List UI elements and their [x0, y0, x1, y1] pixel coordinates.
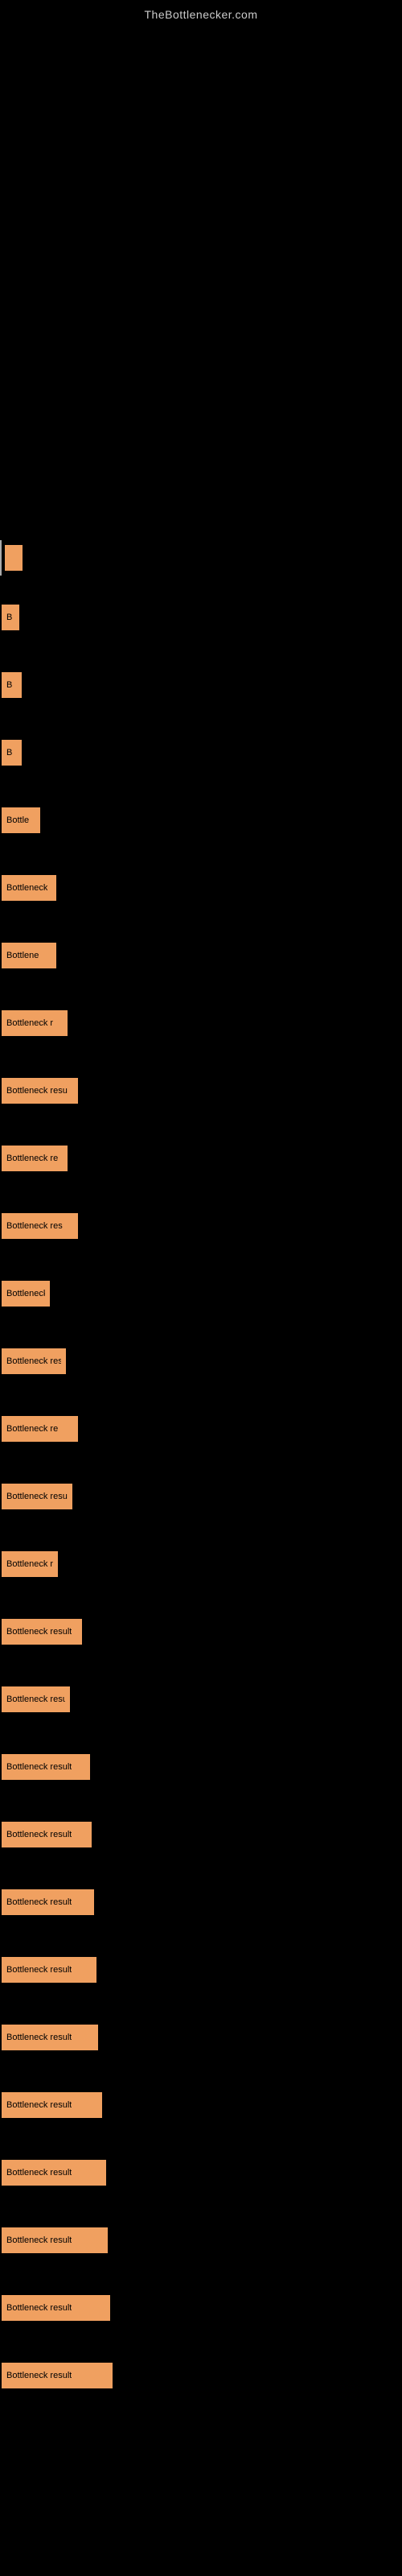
- result-bar-label-5: Bottle: [6, 815, 29, 825]
- result-bar-9: Bottleneck resu: [2, 1078, 78, 1104]
- result-bar-6: Bottleneck: [2, 875, 56, 901]
- result-bar-17: Bottleneck result: [2, 1619, 82, 1645]
- result-bar-20: Bottleneck result: [2, 1822, 92, 1847]
- result-bar-16: Bottleneck result: [2, 1551, 58, 1577]
- result-item-1: [0, 540, 402, 576]
- result-item-27: Bottleneck result: [0, 2290, 402, 2326]
- result-bar-26: Bottleneck result: [2, 2227, 108, 2253]
- result-bar-2: B: [2, 605, 19, 630]
- result-bar-label-13: Bottleneck resul: [6, 1356, 61, 1366]
- result-item-22: Bottleneck result: [0, 1952, 402, 1988]
- site-title: TheBottlenecker.com: [0, 0, 402, 25]
- result-bar-label-7: Bottlene: [6, 951, 39, 960]
- result-bar-25: Bottleneck result: [2, 2160, 106, 2186]
- result-bar-label-16: Bottleneck result: [6, 1559, 53, 1569]
- result-item-23: Bottleneck result: [0, 2020, 402, 2055]
- result-bar-10: Bottleneck re: [2, 1146, 68, 1171]
- result-bar-label-26: Bottleneck result: [6, 2235, 72, 2245]
- result-item-13: Bottleneck resul: [0, 1344, 402, 1379]
- result-bar-label-20: Bottleneck result: [6, 1830, 72, 1839]
- result-bar-21: Bottleneck result: [2, 1889, 94, 1915]
- result-bar-28: Bottleneck result: [2, 2363, 113, 2388]
- result-bar-4: B: [2, 740, 22, 766]
- result-item-20: Bottleneck result: [0, 1817, 402, 1852]
- result-item-5: Bottle: [0, 803, 402, 838]
- result-item-8: Bottleneck r: [0, 1005, 402, 1041]
- result-item-4: B: [0, 735, 402, 770]
- result-item-10: Bottleneck re: [0, 1141, 402, 1176]
- result-item-25: Bottleneck result: [0, 2155, 402, 2190]
- result-bar-label-18: Bottleneck result: [6, 1695, 65, 1704]
- result-item-7: Bottlene: [0, 938, 402, 973]
- result-item-16: Bottleneck result: [0, 1546, 402, 1582]
- result-bar-11: Bottleneck res: [2, 1213, 78, 1239]
- result-bar-label-3: B: [6, 680, 12, 690]
- result-bar-24: Bottleneck result: [2, 2092, 102, 2118]
- result-bar-label-9: Bottleneck resu: [6, 1086, 68, 1096]
- result-bar-27: Bottleneck result: [2, 2295, 110, 2321]
- result-item-18: Bottleneck result: [0, 1682, 402, 1717]
- result-bar-label-22: Bottleneck result: [6, 1965, 72, 1975]
- result-item-6: Bottleneck: [0, 870, 402, 906]
- result-bar-8: Bottleneck r: [2, 1010, 68, 1036]
- result-bar-13: Bottleneck resul: [2, 1348, 66, 1374]
- result-item-3: B: [0, 667, 402, 703]
- result-item-12: Bottleneck: [0, 1276, 402, 1311]
- result-bar-15: Bottleneck result: [2, 1484, 72, 1509]
- result-bar-label-21: Bottleneck result: [6, 1897, 72, 1907]
- result-bar-22: Bottleneck result: [2, 1957, 96, 1983]
- result-bar-label-27: Bottleneck result: [6, 2303, 72, 2313]
- result-bar-label-24: Bottleneck result: [6, 2100, 72, 2110]
- result-bar-23: Bottleneck result: [2, 2025, 98, 2050]
- result-item-28: Bottleneck result: [0, 2358, 402, 2393]
- result-item-19: Bottleneck result: [0, 1749, 402, 1785]
- result-item-26: Bottleneck result: [0, 2223, 402, 2258]
- result-bar-14: Bottleneck re: [2, 1416, 78, 1442]
- result-item-15: Bottleneck result: [0, 1479, 402, 1514]
- result-item-9: Bottleneck resu: [0, 1073, 402, 1108]
- result-bar-label-12: Bottleneck: [6, 1289, 45, 1298]
- result-bar-label-2: B: [6, 613, 12, 622]
- result-bar-label-10: Bottleneck re: [6, 1154, 58, 1163]
- results-container: B B B Bottle Bottleneck Bottlene Bottleneck r B…: [0, 25, 402, 2409]
- result-bar-12: Bottleneck: [2, 1281, 50, 1307]
- result-bar-label-6: Bottleneck: [6, 883, 47, 893]
- result-bar-label-23: Bottleneck result: [6, 2033, 72, 2042]
- result-bar-label-17: Bottleneck result: [6, 1627, 72, 1637]
- result-bar-label-15: Bottleneck result: [6, 1492, 68, 1501]
- result-bar-label-25: Bottleneck result: [6, 2168, 72, 2178]
- result-item-24: Bottleneck result: [0, 2087, 402, 2123]
- result-item-21: Bottleneck result: [0, 1885, 402, 1920]
- result-item-17: Bottleneck result: [0, 1614, 402, 1649]
- result-item-11: Bottleneck res: [0, 1208, 402, 1244]
- result-bar-label-4: B: [6, 748, 12, 758]
- result-bar-3: B: [2, 672, 22, 698]
- result-bar-label-11: Bottleneck res: [6, 1221, 63, 1231]
- result-bar-label-28: Bottleneck result: [6, 2371, 72, 2380]
- result-bar-18: Bottleneck result: [2, 1686, 70, 1712]
- result-item-2: B: [0, 600, 402, 635]
- result-bar-label-14: Bottleneck re: [6, 1424, 58, 1434]
- result-bar-label-19: Bottleneck result: [6, 1762, 72, 1772]
- result-item-14: Bottleneck re: [0, 1411, 402, 1447]
- result-bar-label-8: Bottleneck r: [6, 1018, 53, 1028]
- result-bar-1: [5, 545, 23, 571]
- result-bar-7: Bottlene: [2, 943, 56, 968]
- result-bar-5: Bottle: [2, 807, 40, 833]
- result-bar-19: Bottleneck result: [2, 1754, 90, 1780]
